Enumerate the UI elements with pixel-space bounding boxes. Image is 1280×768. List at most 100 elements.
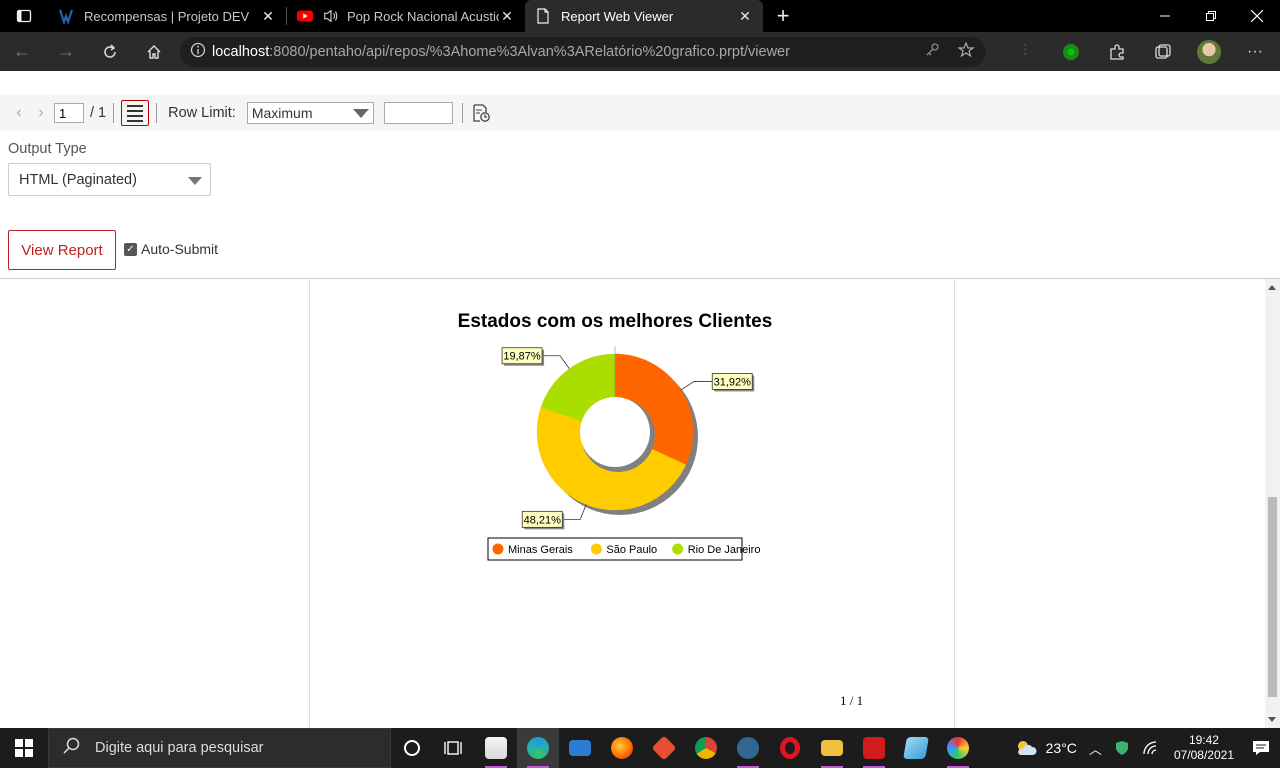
- data-label: 19,87%: [503, 351, 541, 363]
- notification-icon: [1253, 741, 1269, 755]
- tab-pop-rock[interactable]: Pop Rock Nacional Acustico ✕: [287, 0, 525, 32]
- taskbar-app-chrome[interactable]: [685, 728, 727, 768]
- key-icon[interactable]: [924, 42, 940, 62]
- speaker-icon[interactable]: [323, 8, 339, 24]
- system-clock[interactable]: 19:42 07/08/2021: [1166, 733, 1242, 763]
- firefox-icon: [611, 737, 633, 759]
- restore-button[interactable]: [1188, 0, 1234, 32]
- tab-recompensas[interactable]: Recompensas | Projeto DEV ✕: [48, 0, 286, 32]
- report-designer-icon: [863, 737, 885, 759]
- extension-button[interactable]: [1048, 32, 1094, 71]
- arrow-left-icon: ←: [13, 41, 31, 61]
- address-bar[interactable]: localhost:8080/pentaho/api/repos/%3Ahome…: [180, 36, 986, 67]
- folder-icon: [821, 740, 843, 756]
- home-icon: [147, 44, 161, 59]
- site-info-icon[interactable]: [190, 42, 212, 62]
- git-icon: [651, 735, 677, 761]
- toolbar-divider: [461, 103, 463, 123]
- scrollbar-thumb[interactable]: [1268, 497, 1277, 697]
- profile-button[interactable]: [1186, 32, 1232, 71]
- extension-button[interactable]: ⫶: [1002, 32, 1048, 71]
- next-page-button[interactable]: ›: [30, 104, 52, 122]
- plus-icon: +: [776, 3, 790, 28]
- show-hidden-icons-button[interactable]: ︿: [1083, 739, 1108, 758]
- taskbar-app-paint[interactable]: [937, 728, 979, 768]
- taskbar-app-edge[interactable]: [517, 728, 559, 768]
- collections-button[interactable]: [1140, 32, 1186, 71]
- favorite-star-icon[interactable]: [957, 40, 976, 62]
- toolbar-divider: [156, 103, 158, 123]
- forward-button[interactable]: →: [44, 32, 88, 71]
- scroll-down-icon[interactable]: [1268, 717, 1276, 722]
- tab-close-icon[interactable]: ✕: [499, 8, 515, 25]
- auto-submit-option[interactable]: ✓ Auto-Submit: [124, 241, 218, 257]
- settings-menu-button[interactable]: ···: [1232, 32, 1278, 71]
- windows-taskbar: Digite aqui para pesquisar 23°C ︿ 19:42 …: [0, 728, 1280, 768]
- previous-page-button[interactable]: ‹: [8, 104, 30, 122]
- tab-actions-icon: [16, 9, 32, 23]
- taskbar-app-report-designer[interactable]: [853, 728, 895, 768]
- tab-report-web-viewer[interactable]: Report Web Viewer ✕: [525, 0, 763, 32]
- minimize-button[interactable]: [1142, 0, 1188, 32]
- page-total: / 1: [90, 105, 107, 121]
- page-number-input[interactable]: [54, 103, 84, 123]
- puzzle-icon: [1110, 43, 1124, 60]
- refresh-button[interactable]: [88, 32, 132, 71]
- toggle-prompt-panel-button[interactable]: [121, 100, 150, 126]
- taskbar-app-explorer[interactable]: [811, 728, 853, 768]
- taskbar-app-java[interactable]: [475, 728, 517, 768]
- row-limit-select[interactable]: Maximum: [246, 102, 374, 124]
- home-button[interactable]: [132, 32, 176, 71]
- auto-submit-checkbox[interactable]: ✓: [124, 242, 137, 256]
- schedule-icon: [473, 104, 490, 122]
- taskbar-app-opera[interactable]: [769, 728, 811, 768]
- label-connector: [680, 381, 713, 391]
- tab-title: Recompensas | Projeto DEV: [84, 8, 250, 24]
- document-icon: [535, 8, 551, 24]
- taskbar-app-git[interactable]: [643, 728, 685, 768]
- tray-app-button[interactable]: [1108, 740, 1136, 756]
- task-view-icon: [444, 741, 462, 755]
- tab-title: Report Web Viewer: [561, 8, 674, 24]
- report-page: Estados com os melhores Clientes 31,92% 4…: [309, 279, 955, 728]
- taskbar-app-firefox[interactable]: [601, 728, 643, 768]
- view-report-button[interactable]: View Report: [8, 230, 116, 270]
- paint-icon: [947, 737, 969, 759]
- close-window-button[interactable]: [1234, 0, 1280, 32]
- scroll-up-icon[interactable]: [1268, 285, 1276, 290]
- schedule-report-button[interactable]: [470, 102, 492, 124]
- auto-submit-label: Auto-Submit: [141, 241, 219, 257]
- weather-cloud-icon: [1017, 741, 1037, 755]
- legend-swatch: [590, 543, 602, 555]
- security-shield-icon: [1115, 741, 1128, 755]
- projeto-dev-favicon-icon: [58, 8, 74, 24]
- tab-close-icon[interactable]: ✕: [260, 8, 276, 25]
- taskbar-search-box[interactable]: Digite aqui para pesquisar: [48, 728, 391, 768]
- network-button[interactable]: [1136, 740, 1166, 756]
- search-placeholder: Digite aqui para pesquisar: [95, 740, 264, 756]
- data-label: 48,21%: [524, 514, 562, 526]
- output-type-select[interactable]: HTML (Paginated): [8, 163, 211, 196]
- label-connector: [562, 504, 587, 520]
- search-icon: [63, 737, 83, 760]
- taskbar-app-pgadmin[interactable]: [727, 728, 769, 768]
- extensions-button[interactable]: [1094, 32, 1140, 71]
- start-button[interactable]: [0, 728, 48, 768]
- task-view-button[interactable]: [433, 728, 475, 768]
- postgres-icon: [737, 737, 759, 759]
- back-button[interactable]: ←: [0, 32, 44, 71]
- taskbar-app-notepad[interactable]: [895, 728, 937, 768]
- vertical-scrollbar[interactable]: [1265, 279, 1280, 728]
- notifications-button[interactable]: [1242, 740, 1280, 756]
- weather-widget[interactable]: 23°C: [1008, 738, 1083, 758]
- taskbar-app-mail[interactable]: [559, 728, 601, 768]
- extension-pin-icon: ⫶: [1022, 42, 1027, 60]
- data-label: 31,92%: [714, 376, 752, 388]
- clock-time: 19:42: [1188, 733, 1219, 747]
- close-icon: [1251, 10, 1263, 22]
- tab-close-icon[interactable]: ✕: [737, 8, 753, 25]
- row-limit-input[interactable]: [383, 102, 453, 124]
- cortana-button[interactable]: [391, 728, 433, 768]
- new-tab-button[interactable]: +: [763, 0, 803, 32]
- tab-actions-button[interactable]: [0, 0, 48, 32]
